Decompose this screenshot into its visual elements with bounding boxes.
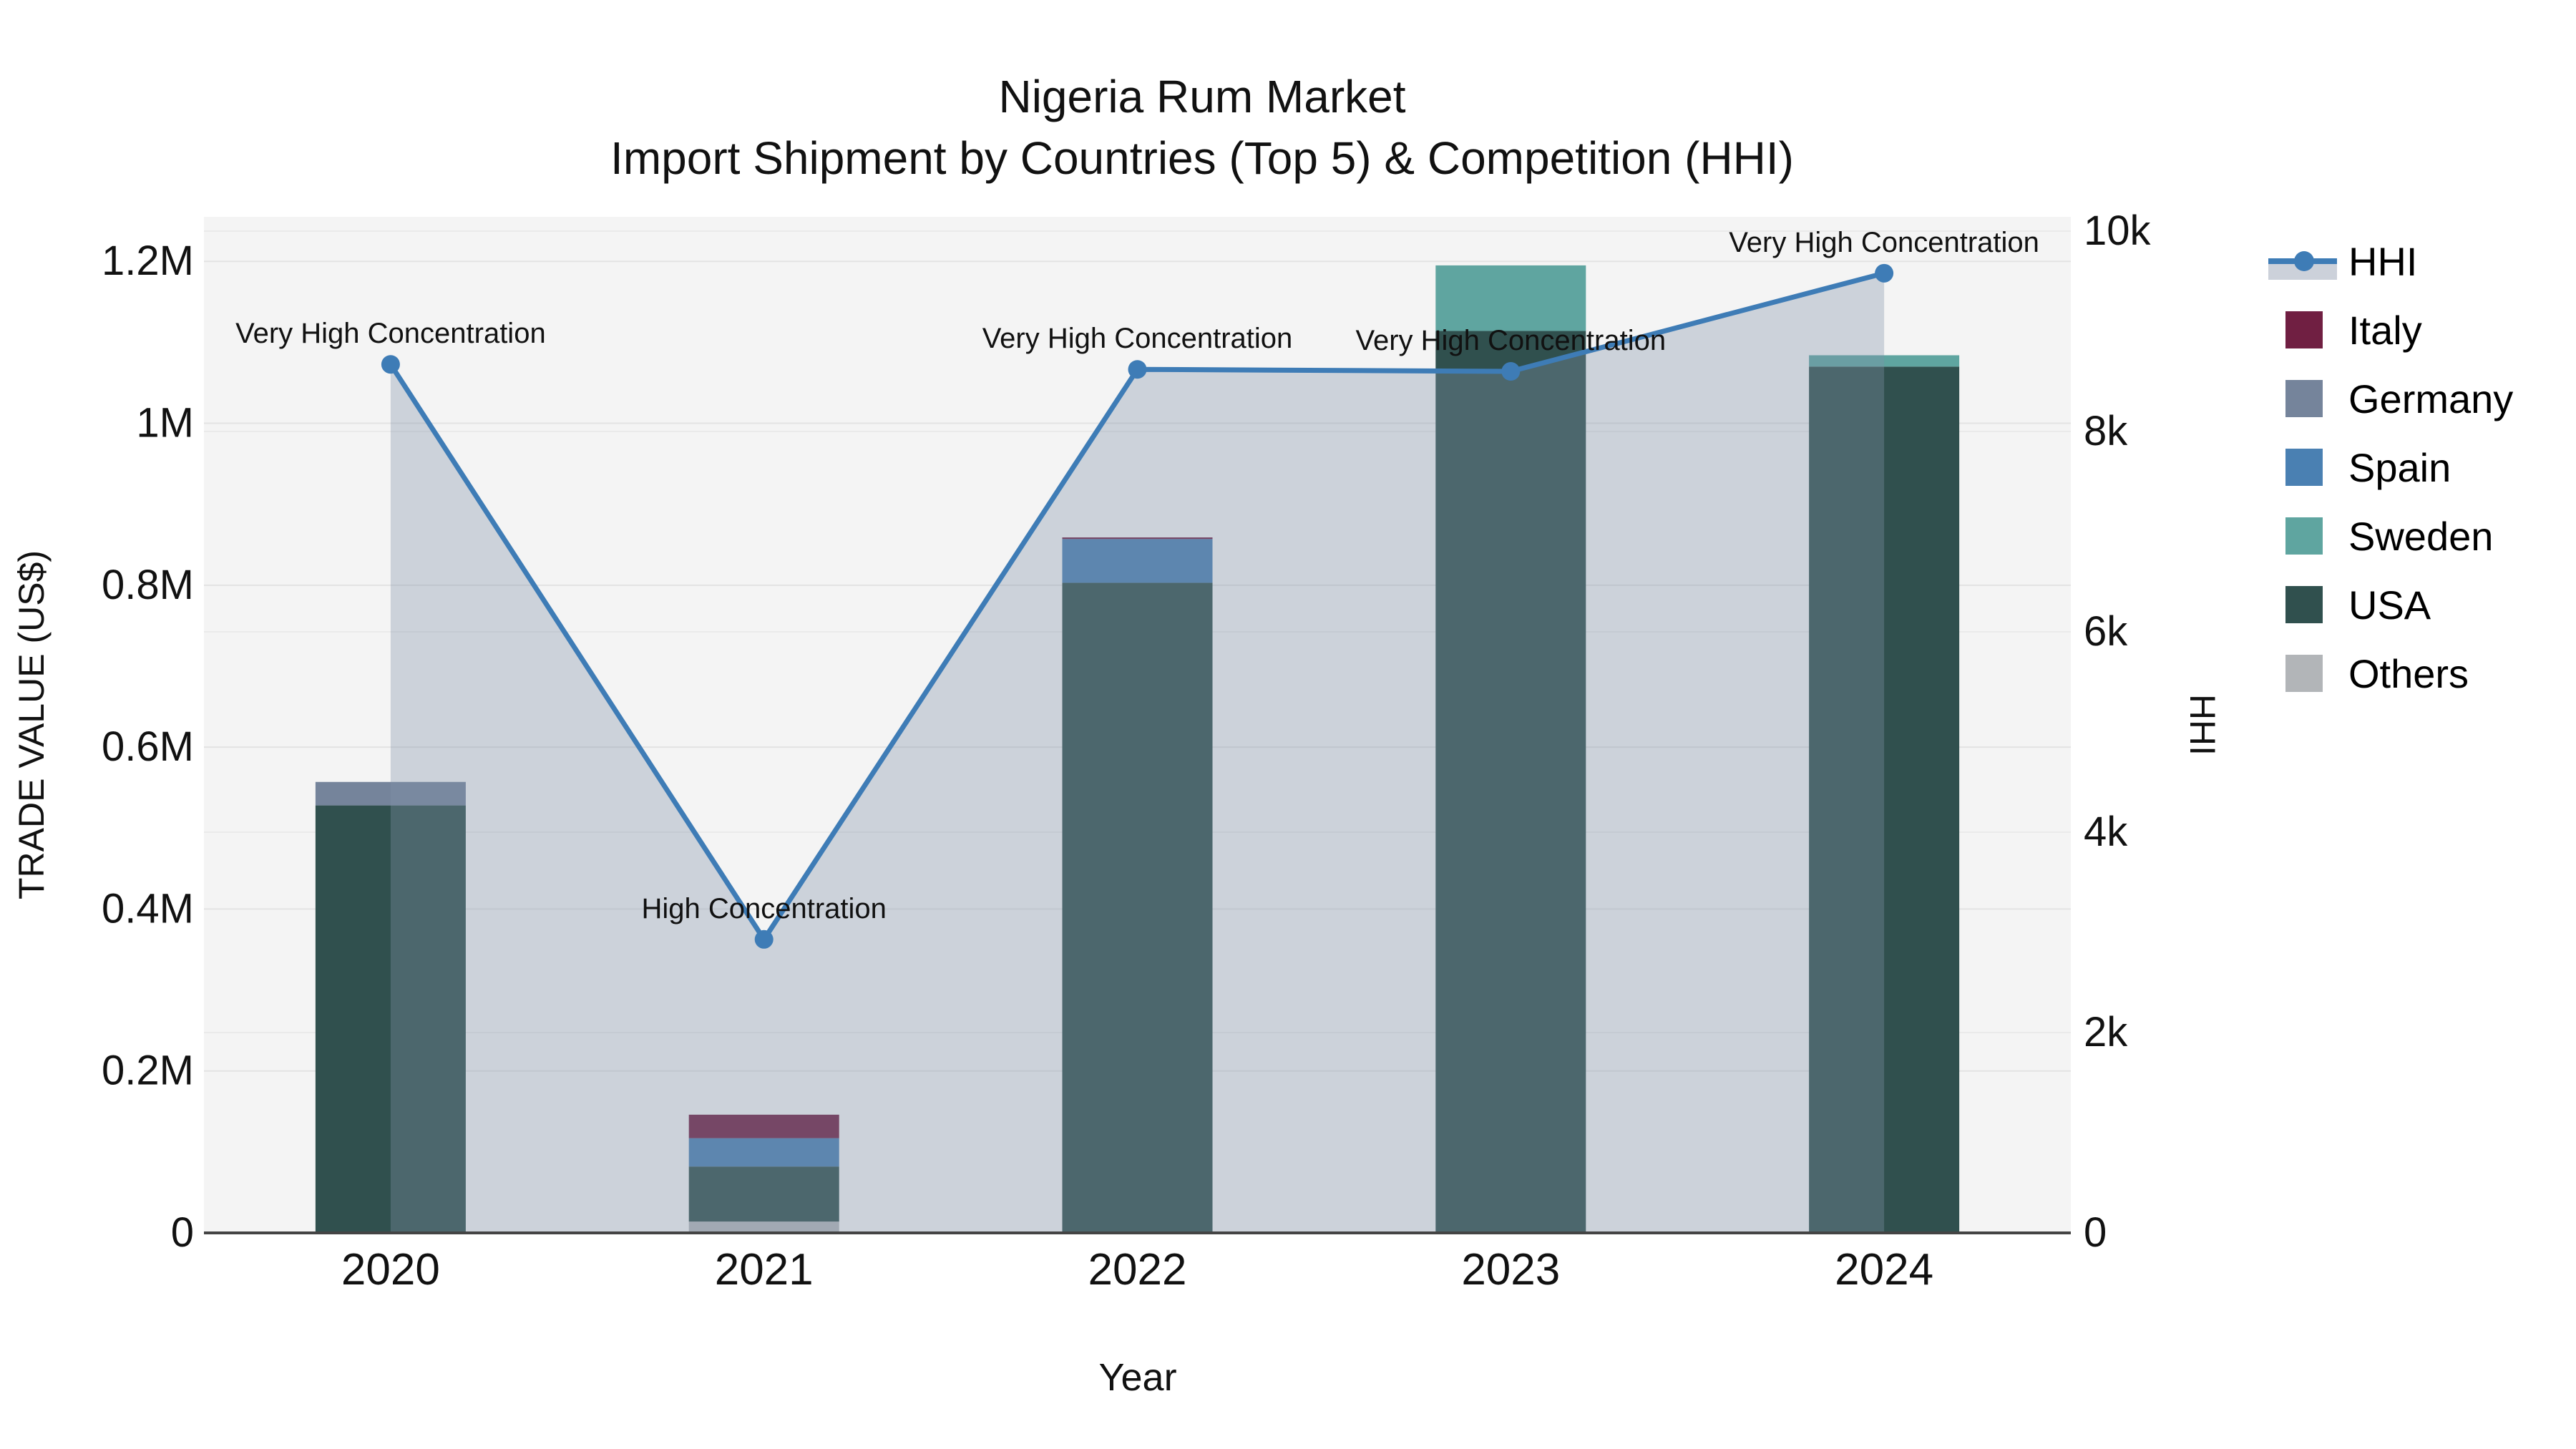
chart-title-line-1: Nigeria Rum Market [998,71,1406,122]
x-tick-label-2021: 2021 [715,1245,814,1294]
x-tick-label-2024: 2024 [1835,1245,1933,1294]
right-tick-label: 8k [2084,408,2128,454]
legend-swatch-sweden [2268,502,2340,570]
legend-swatch-italy [2268,296,2340,364]
legend-swatch-germany [2268,364,2340,433]
annotation-2024: Very High Concentration [1729,227,2039,258]
figure: Very High Concentration High Concentratio… [0,0,2576,1449]
legend-label: Spain [2348,444,2451,490]
legend-item-sweden[interactable]: Sweden [2268,502,2513,570]
hhi-marker-icon [2294,251,2314,271]
legend-color-swatch [2285,449,2323,486]
legend-item-italy[interactable]: Italy [2268,296,2513,364]
left-axis-title: TRADE VALUE (US$) [11,550,52,900]
annotation-2023: Very High Concentration [1356,325,1667,356]
x-tick-label-2020: 2020 [341,1245,440,1294]
legend-item-others[interactable]: Others [2268,639,2513,708]
bar-sweden-2023[interactable] [1435,265,1586,331]
annotation-2021: High Concentration [641,893,886,924]
annotation-2022: Very High Concentration [982,323,1293,354]
legend-item-usa[interactable]: USA [2268,570,2513,639]
right-axis-title: HHI [2182,693,2223,756]
legend-label: Italy [2348,307,2422,353]
hhi-marker-2022[interactable] [1128,360,1147,379]
legend-label: Sweden [2348,513,2494,559]
x-axis-title: Year [1098,1356,1177,1399]
right-tick-label: 0 [2084,1209,2107,1256]
legend-color-swatch [2285,380,2323,417]
x-tick-label-2023: 2023 [1461,1245,1560,1294]
hhi-marker-2021[interactable] [754,930,774,949]
legend-item-germany[interactable]: Germany [2268,364,2513,433]
annotation-2020: Very High Concentration [235,318,546,349]
right-tick-label: 4k [2084,809,2128,855]
chart-title-line-2: Import Shipment by Countries (Top 5) & C… [610,132,1794,184]
right-tick-label: 10k [2084,208,2152,254]
left-tick-label: 1M [136,400,194,447]
left-tick-label: 0.2M [102,1048,194,1094]
left-tick-label: 1.2M [102,238,194,284]
legend-label: Germany [2348,376,2514,421]
legend-swatch-usa [2268,570,2340,639]
legend-color-swatch [2285,586,2323,623]
legend-color-swatch [2285,655,2323,692]
left-tick-label: 0 [171,1209,194,1256]
right-tick-label: 6k [2084,608,2128,655]
left-tick-label: 0.8M [102,562,194,608]
right-tick-label: 2k [2084,1009,2128,1055]
legend-color-swatch [2285,517,2323,555]
legend-label: HHI [2348,238,2418,284]
x-tick-label-2022: 2022 [1088,1245,1187,1294]
legend-item-spain[interactable]: Spain [2268,433,2513,502]
legend-item-hhi[interactable]: HHI [2268,227,2513,296]
legend-swatch-others [2268,639,2340,708]
legend-color-swatch [2285,311,2323,348]
hhi-marker-2024[interactable] [1875,263,1894,283]
legend-label: Others [2348,650,2469,696]
hhi-marker-2020[interactable] [381,355,400,374]
left-tick-label: 0.4M [102,885,194,932]
legend-swatch-hhi [2268,227,2340,296]
legend: HHI Italy Germany Spain Sweden USA Others [2268,227,2513,708]
legend-swatch-spain [2268,433,2340,502]
left-tick-label: 0.6M [102,723,194,770]
hhi-marker-2023[interactable] [1501,362,1521,381]
legend-label: USA [2348,582,2431,628]
